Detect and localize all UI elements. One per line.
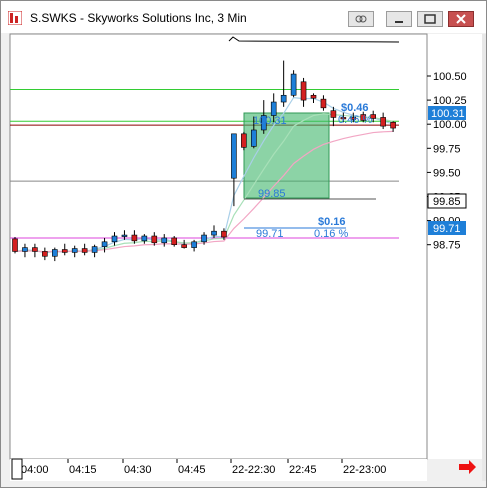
box-price-bottom: 99.85 — [258, 188, 286, 200]
y-tick-label: 99.75 — [433, 143, 461, 155]
price-tag-last-text: 100.31 — [431, 108, 465, 120]
lower-delta-percent: 0.16 % — [314, 228, 348, 240]
x-tick-label: 22:45 — [289, 464, 317, 476]
x-tick-label: 04:15 — [69, 464, 97, 476]
candle[interactable] — [290, 70, 297, 98]
chart-window: S.SWKS - Skyworks Solutions Inc, 3 Min 1… — [0, 0, 487, 488]
y-tick-label: 100.25 — [433, 95, 467, 107]
lower-price-label: 99.71 — [256, 228, 284, 240]
x-tick-label: 04:45 — [178, 464, 206, 476]
plot-frame — [9, 33, 428, 460]
candle[interactable] — [241, 131, 247, 151]
y-tick-label: 99.50 — [433, 167, 461, 179]
x-tick-label: 22-23:00 — [343, 464, 386, 476]
y-tick-label: 98.75 — [433, 240, 461, 252]
scroll-right-arrow-icon[interactable] — [459, 460, 476, 474]
y-tick-label: 100.00 — [433, 119, 467, 131]
price-tag-measure-text: 99.85 — [433, 196, 461, 208]
scroll-handle[interactable] — [11, 458, 23, 480]
box-delta-percent: 0.46 % — [338, 114, 372, 126]
lower-delta-amount: $0.16 — [318, 216, 346, 228]
x-tick-label: 22-22:30 — [232, 464, 275, 476]
x-tick-label: 04:30 — [124, 464, 152, 476]
box-price-top: 100.31 — [253, 115, 287, 127]
y-tick-label: 100.50 — [433, 71, 467, 83]
chart-area[interactable]: 100.31 $0.46 0.46 % 99.85 $0.16 0.16 % 9… — [1, 1, 486, 487]
box-delta-amount: $0.46 — [341, 102, 369, 114]
candle[interactable] — [12, 236, 18, 254]
x-tick-label: 04:00 — [21, 464, 49, 476]
price-tag-low-text: 99.71 — [433, 223, 461, 235]
